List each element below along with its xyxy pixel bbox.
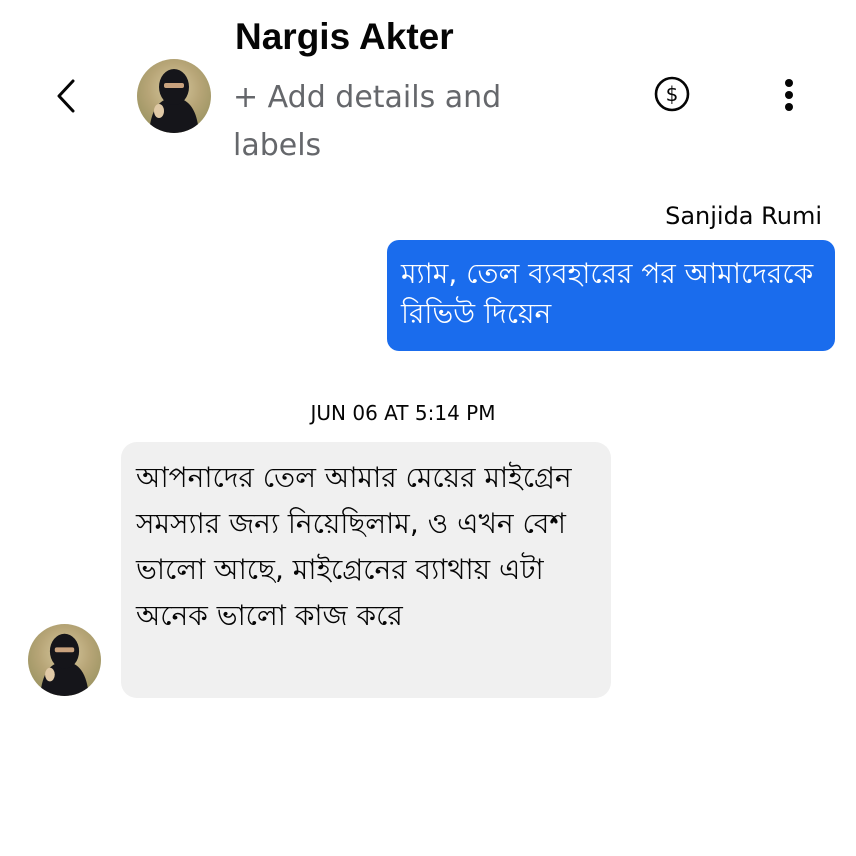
avatar-image — [149, 69, 199, 133]
sender-avatar[interactable] — [28, 624, 101, 696]
add-details-link[interactable]: + Add details and labels — [233, 74, 533, 170]
vertical-dots-icon — [785, 79, 793, 111]
payment-button[interactable]: $ — [652, 74, 692, 114]
message-timestamp: JUN 06 AT 5:14 PM — [310, 401, 496, 425]
avatar-image — [40, 633, 89, 696]
outgoing-message-bubble[interactable]: ম্যাম, তেল ব্যবহারের পর আমাদেরকে রিভিউ দ… — [387, 240, 835, 351]
dollar-circle-icon: $ — [654, 76, 690, 112]
contact-avatar[interactable] — [137, 59, 211, 133]
chevron-left-icon — [57, 79, 75, 113]
more-options-button[interactable] — [772, 74, 806, 116]
svg-text:$: $ — [666, 82, 679, 106]
back-button[interactable] — [46, 74, 86, 118]
message-sender-name: Sanjida Rumi — [665, 202, 822, 230]
contact-name[interactable]: Nargis Akter — [235, 16, 454, 58]
incoming-message-bubble[interactable]: আপনাদের তেল আমার মেয়ের মাইগ্রেন সমস্যার… — [121, 442, 611, 698]
